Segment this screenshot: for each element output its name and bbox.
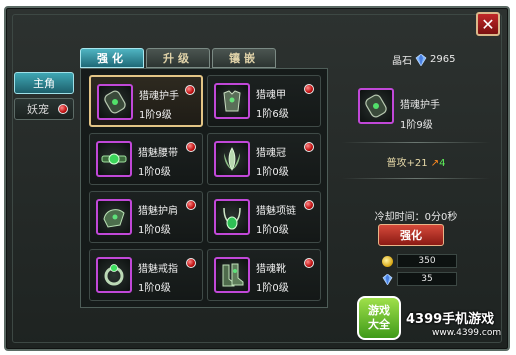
equip-level: 1阶0级 (256, 167, 289, 178)
crown-icon (224, 147, 240, 171)
side-tab-pet[interactable]: 妖宠 (14, 98, 74, 120)
equip-level: 1阶0级 (256, 283, 289, 294)
side-tab-label: 主角 (33, 77, 55, 90)
gold-cost-value: 350 (397, 254, 457, 268)
equip-name: 猎魅戒指 (138, 264, 178, 275)
tab-label: 强化 (97, 52, 127, 65)
notification-dot-icon (304, 258, 314, 268)
side-tab-hero[interactable]: 主角 (14, 72, 74, 94)
notification-dot-icon (185, 85, 195, 95)
equip-card-belt[interactable]: 猎魅腰带 1阶0级 (89, 133, 203, 185)
equip-slot (214, 83, 250, 119)
crystal-cost-value: 35 (397, 272, 457, 286)
notification-dot-icon (304, 84, 314, 94)
enhance-button-label: 强化 (400, 229, 422, 242)
notification-dot-icon (186, 142, 196, 152)
equipment-grid: 猎魂护手 1阶9级 猎魂甲 1阶6级 猎魅腰带 1阶0级 猎魂冠 1阶0级 猎魅… (80, 68, 328, 308)
equip-card-armor[interactable]: 猎魂甲 1阶6级 (207, 75, 321, 127)
tab-enhance[interactable]: 强化 (80, 48, 144, 68)
equip-level: 1阶0级 (138, 167, 171, 178)
notification-dot-icon (186, 200, 196, 210)
tab-inlay[interactable]: 镶嵌 (212, 48, 276, 68)
notification-dot-icon (58, 104, 68, 114)
detail-slot (358, 88, 394, 124)
belt-icon (101, 153, 127, 165)
watermark-url: www.4399.com (432, 328, 502, 338)
enhance-button[interactable]: 强化 (378, 224, 444, 246)
equip-slot (97, 84, 133, 120)
tab-label: 镶嵌 (229, 52, 259, 65)
stat-text: 普攻+21 (386, 158, 428, 169)
arrow-up-icon: ↗ (430, 158, 440, 169)
detail-name: 猎魂护手 (400, 100, 440, 111)
equip-slot (214, 199, 250, 235)
equip-card-boots[interactable]: 猎魂靴 1阶0级 (207, 249, 321, 301)
equip-level: 1阶0级 (138, 283, 171, 294)
crystal-icon (382, 273, 393, 285)
close-icon: ✕ (481, 14, 495, 34)
equip-slot (96, 199, 132, 235)
equip-card-crown[interactable]: 猎魂冠 1阶0级 (207, 133, 321, 185)
watermark-logo-line1: 游戏 (368, 304, 390, 317)
equip-name: 猎魅项链 (256, 206, 296, 217)
equip-name: 猎魅护肩 (138, 206, 178, 217)
crystal-balance: 晶石 2965 (392, 52, 455, 67)
shoulder-icon (103, 209, 125, 228)
ring-icon (104, 264, 124, 286)
gauntlet-icon (365, 94, 387, 118)
divider (342, 178, 490, 179)
equip-card-shoulder[interactable]: 猎魅护肩 1阶0级 (89, 191, 203, 243)
notification-dot-icon (186, 258, 196, 268)
equip-slot (96, 141, 132, 177)
equipment-detail-panel: 猎魂护手 1阶9级 普攻+21 ↗4 冷却时间：0分0秒 强化 350 35 (336, 68, 496, 308)
watermark-logo: 游戏 大全 (357, 296, 401, 340)
crystal-cost: 35 (382, 272, 462, 286)
gold-cost: 350 (382, 254, 462, 268)
watermark-text: 4399手机游戏 (406, 312, 495, 327)
equip-level: 1阶6级 (256, 109, 289, 120)
necklace-icon (223, 207, 241, 230)
notification-dot-icon (304, 142, 314, 152)
tab-label: 升级 (163, 52, 193, 65)
equip-name: 猎魂护手 (139, 91, 179, 102)
close-button[interactable]: ✕ (476, 12, 500, 36)
equip-name: 猎魂甲 (256, 90, 286, 101)
equip-slot (214, 257, 250, 293)
stat-increase: 4 (439, 158, 446, 169)
crystal-icon (415, 53, 427, 66)
equip-name: 猎魂靴 (256, 264, 286, 275)
gauntlet-icon (104, 90, 126, 114)
equip-card-gauntlet[interactable]: 猎魂护手 1阶9级 (89, 75, 203, 127)
watermark-logo-line2: 大全 (368, 318, 390, 331)
divider (342, 142, 490, 143)
equip-name: 猎魂冠 (256, 148, 286, 159)
equip-level: 1阶0级 (256, 225, 289, 236)
stat-line: 普攻+21 ↗4 (336, 154, 496, 169)
tab-upgrade[interactable]: 升级 (146, 48, 210, 68)
armor-icon (223, 90, 241, 112)
equip-name: 猎魅腰带 (138, 148, 178, 159)
equip-slot (96, 257, 132, 293)
equip-card-ring[interactable]: 猎魅戒指 1阶0级 (89, 249, 203, 301)
equip-slot (214, 141, 250, 177)
equip-level: 1阶0级 (138, 225, 171, 236)
crystal-label: 晶石 (392, 56, 412, 67)
equip-level: 1阶9级 (139, 110, 172, 121)
equip-card-necklace[interactable]: 猎魅项链 1阶0级 (207, 191, 321, 243)
crystal-value: 2965 (430, 54, 456, 65)
boots-icon (222, 263, 244, 287)
cooldown-text: 冷却时间：0分0秒 (374, 212, 458, 223)
side-tab-label: 妖宠 (27, 103, 49, 116)
detail-level: 1阶9级 (400, 120, 433, 131)
notification-dot-icon (304, 200, 314, 210)
gold-coin-icon (382, 255, 393, 267)
